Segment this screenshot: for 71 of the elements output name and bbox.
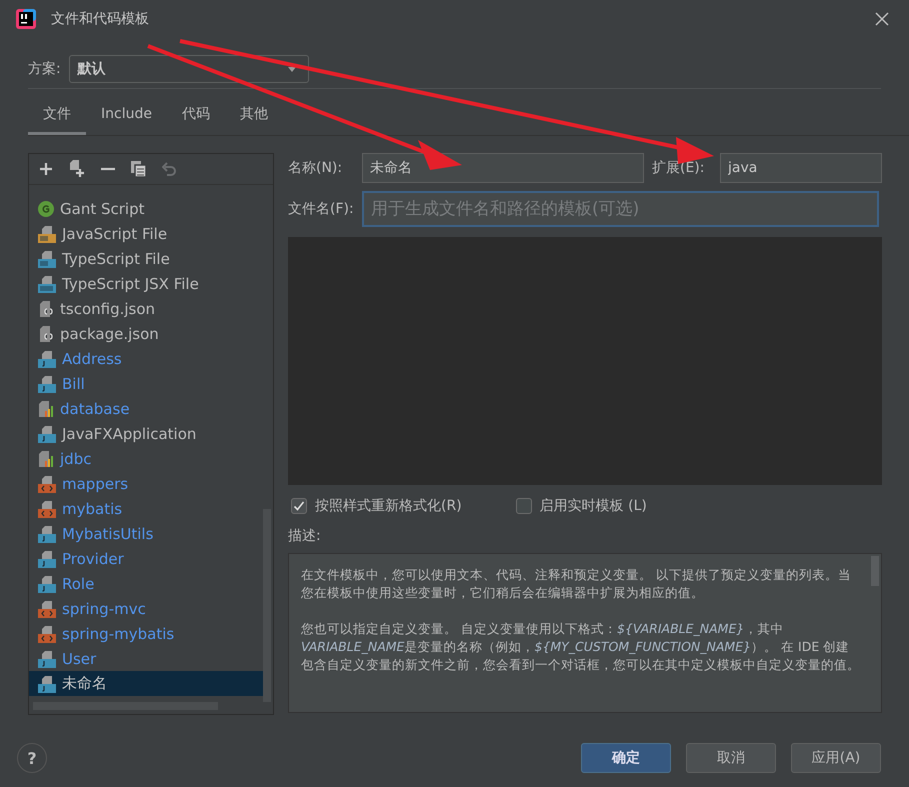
template-item[interactable]: 未命名 <box>29 671 263 696</box>
template-item[interactable]: tsconfig.json <box>29 296 263 321</box>
template-item[interactable]: Gant Script <box>29 196 263 221</box>
close-icon[interactable] <box>875 12 889 26</box>
file-type-icon <box>38 374 56 392</box>
extension-field[interactable]: java <box>720 153 882 183</box>
dialog-button[interactable]: 确定 <box>581 743 671 773</box>
template-item[interactable]: package.json <box>29 321 263 346</box>
file-type-icon <box>38 350 56 368</box>
dialog-button[interactable]: 应用(A) <box>791 743 881 773</box>
copy-icon[interactable] <box>131 161 146 177</box>
template-item[interactable]: spring-mvc <box>29 596 263 621</box>
tab[interactable]: 其他 <box>224 97 283 135</box>
file-type-icon <box>38 224 56 242</box>
file-type-icon <box>38 600 56 618</box>
file-type-icon <box>38 250 56 268</box>
add-icon[interactable] <box>39 162 53 176</box>
remove-icon[interactable] <box>101 167 115 171</box>
file-type-icon <box>38 624 56 642</box>
template-item[interactable]: spring-mybatis <box>29 621 263 646</box>
name-label: 名称(N): <box>288 159 344 177</box>
description-label: 描述: <box>288 527 322 545</box>
template-item[interactable]: mybatis <box>29 496 263 521</box>
file-type-icon <box>38 550 56 568</box>
template-item[interactable]: Address <box>29 346 263 371</box>
description-text: 在文件模板中，您可以使用文本、代码、注释和预定义变量。 以下提供了预定义变量的列表。当您在模板中使用这些变量时，它们稍后会在编辑器中扩展为相应的值。 <box>301 566 852 602</box>
description-text: 您也可以指定自定义变量。 自定义变量使用以下格式：${VARIABLE_NAME}，其中 VARIABLE_NAME是变量的名称（例如，${MY_CUSTOM_FUNCTION_NAME}）。 在 IDE 创建包含自定义变量的新文件之前，您会看到一个对话框，您可以在其中定义模板中自定义变量的值。 <box>301 620 861 674</box>
template-item[interactable]: Role <box>29 571 263 596</box>
checkbox-label: 启用实时模板 (L) <box>540 497 647 515</box>
template-item[interactable]: JavaScript File <box>29 221 263 246</box>
file-type-icon <box>38 274 56 292</box>
file-type-icon <box>38 650 56 668</box>
checkbox-label: 按照样式重新格式化(R) <box>315 497 462 515</box>
name-field[interactable]: 未命名 <box>362 153 644 183</box>
app-logo-icon <box>15 8 37 30</box>
template-item[interactable]: MybatisUtils <box>29 521 263 546</box>
dialog-button[interactable]: 取消 <box>686 743 776 773</box>
file-type-icon <box>38 674 56 692</box>
tab[interactable]: Include <box>86 97 167 135</box>
scrollbar-thumb[interactable] <box>263 509 271 702</box>
chart-file-icon <box>38 450 54 468</box>
scheme-dropdown[interactable]: 默认 <box>68 55 309 83</box>
template-item[interactable]: TypeScript File <box>29 246 263 271</box>
template-item[interactable]: mappers <box>29 471 263 496</box>
dropdown-caret-icon <box>288 66 296 72</box>
filename-label: 文件名(F): <box>288 200 355 218</box>
file-type-icon <box>38 574 56 592</box>
tab[interactable]: 代码 <box>166 97 225 135</box>
help-button[interactable]: ? <box>17 743 47 773</box>
template-item[interactable]: database <box>29 396 263 421</box>
template-item[interactable]: Provider <box>29 546 263 571</box>
template-item[interactable]: jdbc <box>29 446 263 471</box>
extension-label: 扩展(E): <box>652 159 706 177</box>
groovy-icon <box>38 200 54 216</box>
template-item[interactable]: JavaFXApplication <box>29 421 263 446</box>
file-type-icon <box>38 424 56 442</box>
json-file-icon <box>38 324 54 342</box>
tab[interactable]: 文件 <box>28 97 86 135</box>
template-item[interactable]: User <box>29 646 263 671</box>
template-item[interactable]: TypeScript JSX File <box>29 271 263 296</box>
file-type-icon <box>38 524 56 542</box>
chart-file-icon <box>38 400 54 418</box>
file-type-icon <box>38 500 56 518</box>
file-type-icon <box>38 474 56 492</box>
window-title: 文件和代码模板 <box>51 10 150 28</box>
checkbox[interactable] <box>516 498 532 514</box>
checkbox[interactable] <box>291 498 307 514</box>
json-file-icon <box>38 300 54 318</box>
file-add-icon[interactable] <box>69 160 85 178</box>
scheme-label: 方案: <box>28 60 61 78</box>
template-item[interactable]: Bill <box>29 371 263 396</box>
